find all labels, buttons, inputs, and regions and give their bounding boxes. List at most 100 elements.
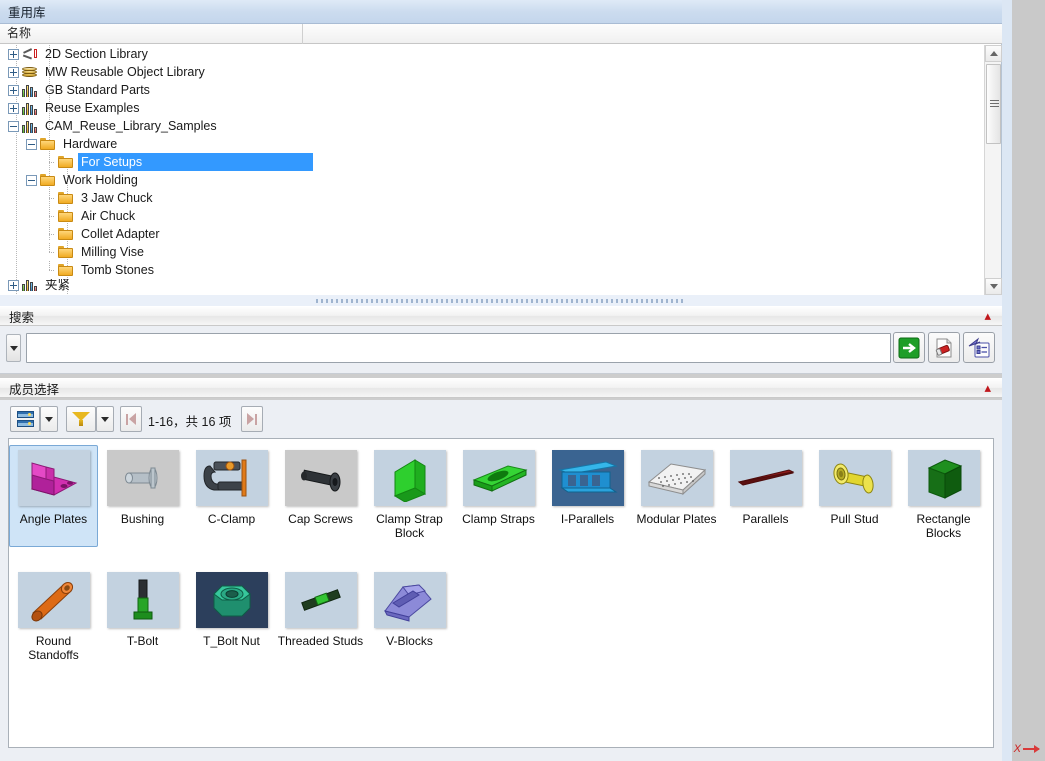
strap-block-icon (393, 459, 426, 502)
member-thumbnail (284, 450, 357, 506)
tree-node-hardware[interactable]: Hardware (0, 135, 984, 153)
member-item-clamp-strap-block[interactable]: Clamp Strap Block (365, 445, 454, 547)
panel-splitter[interactable] (0, 295, 1002, 306)
tree-node-air-chuck[interactable]: Air Chuck (0, 207, 984, 225)
clear-search-button[interactable] (928, 332, 960, 363)
pull-stud-icon (832, 463, 874, 494)
collapse-icon[interactable] (26, 138, 37, 150)
member-item-pull-stud[interactable]: Pull Stud (810, 445, 899, 547)
scroll-down-icon[interactable] (985, 278, 1002, 295)
thumbnail-view-icon (16, 410, 34, 428)
v-block-icon (383, 584, 432, 622)
member-thumbnail (106, 450, 179, 506)
expand-icon[interactable] (8, 102, 19, 114)
member-grid[interactable]: Angle Plates Bushing C-Clamp Cap Screws … (8, 438, 994, 748)
next-page-button[interactable] (241, 406, 263, 432)
member-item-t-bolt[interactable]: T-Bolt (98, 567, 187, 669)
tree-node-label: Air Chuck (81, 209, 136, 223)
library-icon (22, 84, 37, 97)
member-item-bushing[interactable]: Bushing (98, 445, 187, 547)
tree-node-milling-vise[interactable]: Milling Vise (0, 243, 984, 261)
tree-node-mw-reusable-object-library[interactable]: MW Reusable Object Library (0, 63, 984, 81)
tree-node-label: Hardware (63, 137, 118, 151)
member-label: Rectangle Blocks (916, 512, 971, 540)
member-item-angle-plates[interactable]: Angle Plates (9, 445, 98, 547)
tree-node-label: Collet Adapter (81, 227, 160, 241)
search-section-header[interactable]: 搜索 ▴ (0, 306, 1002, 326)
expand-icon[interactable] (8, 48, 19, 60)
member-thumbnail (373, 450, 446, 506)
angle-plate-icon (30, 462, 77, 496)
member-thumbnail (462, 450, 535, 506)
item-count-label: 1-16，共 16 项 (148, 415, 232, 429)
window-title: 重用库 (8, 6, 46, 20)
tree-node-reuse-examples[interactable]: Reuse Examples (0, 99, 984, 117)
tree-node-label: Tomb Stones (81, 263, 154, 277)
chevron-down-icon (101, 416, 109, 422)
member-item-parallels[interactable]: Parallels (721, 445, 810, 547)
member-label: Angle Plates (19, 512, 88, 526)
chevron-down-icon (9, 345, 18, 351)
tree-node-collet-adapter[interactable]: Collet Adapter (0, 225, 984, 243)
collapse-search-chevron-icon[interactable]: ▴ (984, 309, 990, 323)
member-item-i-parallels[interactable]: I-Parallels (543, 445, 632, 547)
next-page-icon (246, 413, 254, 425)
previous-page-button[interactable] (120, 406, 142, 432)
member-thumbnail (373, 572, 446, 628)
tree-node-tomb-stones[interactable]: Tomb Stones (0, 261, 984, 279)
tree-connector (44, 261, 55, 279)
bushing-icon (124, 467, 157, 489)
member-label: V-Blocks (386, 634, 433, 648)
tree-node-3-jaw-chuck[interactable]: 3 Jaw Chuck (0, 189, 984, 207)
tree-node-for-setups[interactable]: For Setups (0, 153, 984, 171)
member-item-c-clamp[interactable]: C-Clamp (187, 445, 276, 547)
member-item-cap-screws[interactable]: Cap Screws (276, 445, 365, 547)
library-icon (22, 120, 37, 133)
tree-connector (44, 207, 55, 225)
expand-icon[interactable] (8, 66, 19, 78)
member-item-threaded-studs[interactable]: Threaded Studs (276, 567, 365, 669)
library-tree[interactable]: 2D Section Library MW Reusable Object Li… (0, 45, 984, 295)
right-background-strip: X (1002, 0, 1045, 761)
member-item-modular-plates[interactable]: Modular Plates (632, 445, 721, 547)
tree-node-clipped[interactable]: 夹紧 (0, 279, 984, 291)
collapse-member-chevron-icon[interactable]: ▴ (984, 381, 990, 395)
tree-connector (44, 225, 55, 243)
member-selection-section-header[interactable]: 成员选择 ▴ (0, 378, 1002, 398)
c-clamp-icon (202, 459, 246, 497)
member-thumbnail (17, 450, 90, 506)
filter-dropdown[interactable] (96, 406, 114, 432)
scroll-up-icon[interactable] (985, 45, 1002, 62)
scrollbar-thumb[interactable] (986, 64, 1001, 144)
member-selection-title: 成员选择 (9, 382, 60, 397)
member-item-v-blocks[interactable]: V-Blocks (365, 567, 454, 669)
tree-column-extra[interactable] (303, 24, 1002, 44)
search-scope-dropdown[interactable] (6, 334, 21, 362)
view-mode-dropdown[interactable] (40, 406, 58, 432)
window-titlebar: 重用库 (0, 0, 1045, 24)
tree-vertical-scrollbar[interactable] (984, 45, 1002, 295)
search-input[interactable] (26, 333, 891, 363)
collapse-icon[interactable] (26, 174, 37, 186)
member-item-clamp-straps[interactable]: Clamp Straps (454, 445, 543, 547)
tree-node-2d-section-library[interactable]: 2D Section Library (0, 45, 984, 63)
tree-node-work-holding[interactable]: Work Holding (0, 171, 984, 189)
member-item-round-standoffs[interactable]: Round Standoffs (9, 567, 98, 669)
tree-node-gb-standard-parts[interactable]: GB Standard Parts (0, 81, 984, 99)
reuse-library-window: 重用库 名称 2D Section Library MW Reusable Ob… (0, 0, 1045, 761)
axis-label: X (1013, 743, 1021, 755)
filter-button[interactable] (66, 406, 96, 432)
tree-node-label: 3 Jaw Chuck (81, 191, 153, 205)
advanced-find-button[interactable] (963, 332, 995, 363)
member-item-t-bolt-nut[interactable]: T_Bolt Nut (187, 567, 276, 669)
axis-arrow-icon (1023, 745, 1040, 753)
tree-node-cam-reuse-library-samples[interactable]: CAM_Reuse_Library_Samples (0, 117, 984, 135)
view-mode-button[interactable] (10, 406, 40, 432)
expand-icon[interactable] (8, 279, 19, 291)
tree-connector (44, 189, 55, 207)
tree-column-name[interactable]: 名称 (0, 24, 303, 44)
collapse-icon[interactable] (8, 120, 19, 132)
member-item-rectangle-blocks[interactable]: Rectangle Blocks (899, 445, 988, 547)
expand-icon[interactable] (8, 84, 19, 96)
search-go-button[interactable] (893, 332, 925, 363)
